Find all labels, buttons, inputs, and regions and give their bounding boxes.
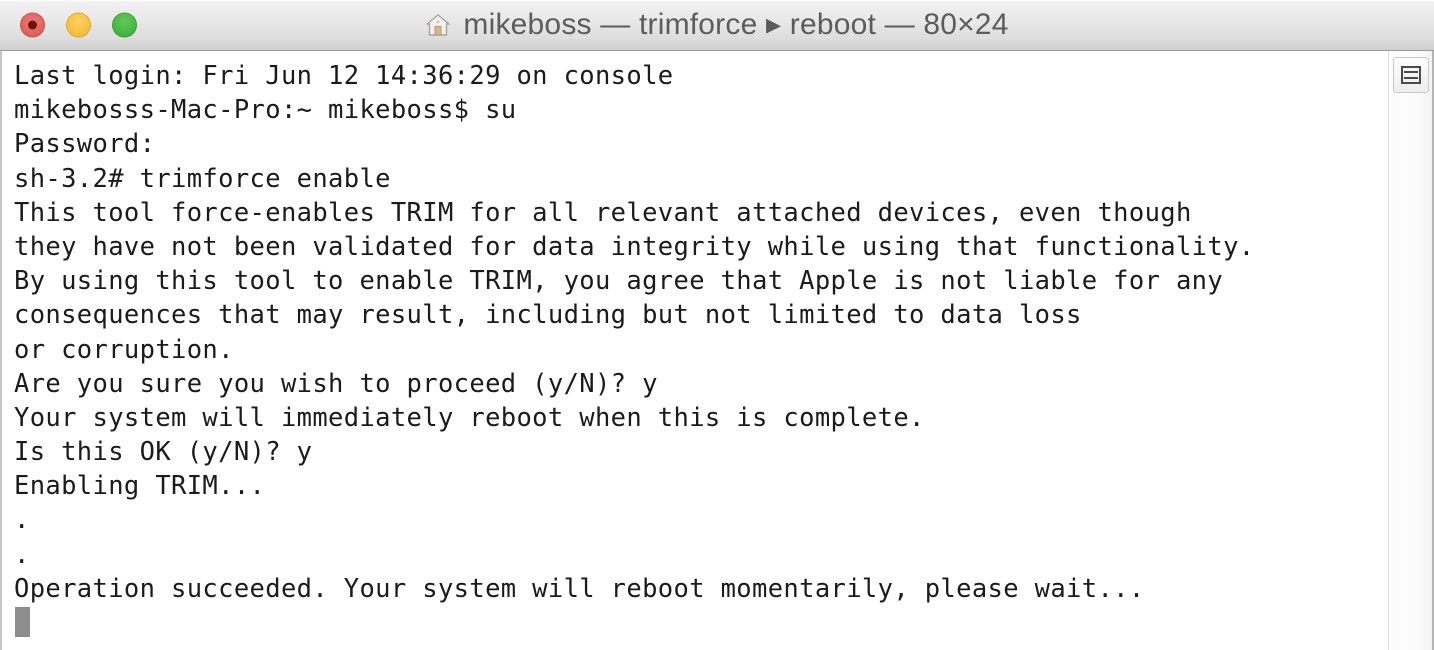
- terminal-cursor: [15, 607, 30, 637]
- terminal-line: mikebosss-Mac-Pro:~ mikeboss$ su: [14, 95, 517, 126]
- terminal-line: Your system will immediately reboot when…: [14, 402, 925, 433]
- terminal-line: or corruption.: [14, 334, 234, 365]
- terminal-line: Enabling TRIM...: [14, 471, 266, 502]
- terminal-window: mikeboss — trimforce ▸ reboot — 80×24 La…: [0, 0, 1434, 650]
- window-titlebar[interactable]: mikeboss — trimforce ▸ reboot — 80×24: [0, 0, 1434, 51]
- terminal-line: .: [14, 539, 30, 570]
- home-icon: [425, 12, 451, 38]
- vertical-scrollbar[interactable]: [1388, 51, 1432, 650]
- maximize-window-button[interactable]: [112, 12, 137, 38]
- terminal-line: By using this tool to enable TRIM, you a…: [14, 266, 1224, 297]
- window-title: mikeboss — trimforce ▸ reboot — 80×24: [463, 8, 1009, 41]
- terminal-line: .: [14, 505, 30, 536]
- terminal-screen[interactable]: Last login: Fri Jun 12 14:36:29 on conso…: [2, 51, 1388, 650]
- terminal-line: Password:: [14, 129, 156, 160]
- scroll-grip-icon: [1401, 66, 1421, 84]
- terminal-line: sh-3.2# trimforce enable: [14, 163, 391, 194]
- terminal-line: Last login: Fri Jun 12 14:36:29 on conso…: [14, 61, 674, 91]
- close-window-button[interactable]: [20, 12, 45, 38]
- terminal-content-area[interactable]: Last login: Fri Jun 12 14:36:29 on conso…: [0, 51, 1434, 650]
- traffic-light-controls: [20, 12, 137, 38]
- scrollbar-thumb[interactable]: [1393, 57, 1429, 93]
- minimize-window-button[interactable]: [66, 12, 91, 38]
- terminal-line: This tool force-enables TRIM for all rel…: [14, 197, 1192, 228]
- terminal-line: consequences that may result, including …: [14, 300, 1082, 331]
- terminal-line: Is this OK (y/N)? y: [14, 437, 313, 468]
- terminal-line: Are you sure you wish to proceed (y/N)? …: [14, 368, 658, 399]
- window-title-group: mikeboss — trimforce ▸ reboot — 80×24: [0, 10, 1434, 40]
- terminal-line: Operation succeeded. Your system will re…: [14, 573, 1145, 604]
- terminal-line: they have not been validated for data in…: [14, 231, 1255, 262]
